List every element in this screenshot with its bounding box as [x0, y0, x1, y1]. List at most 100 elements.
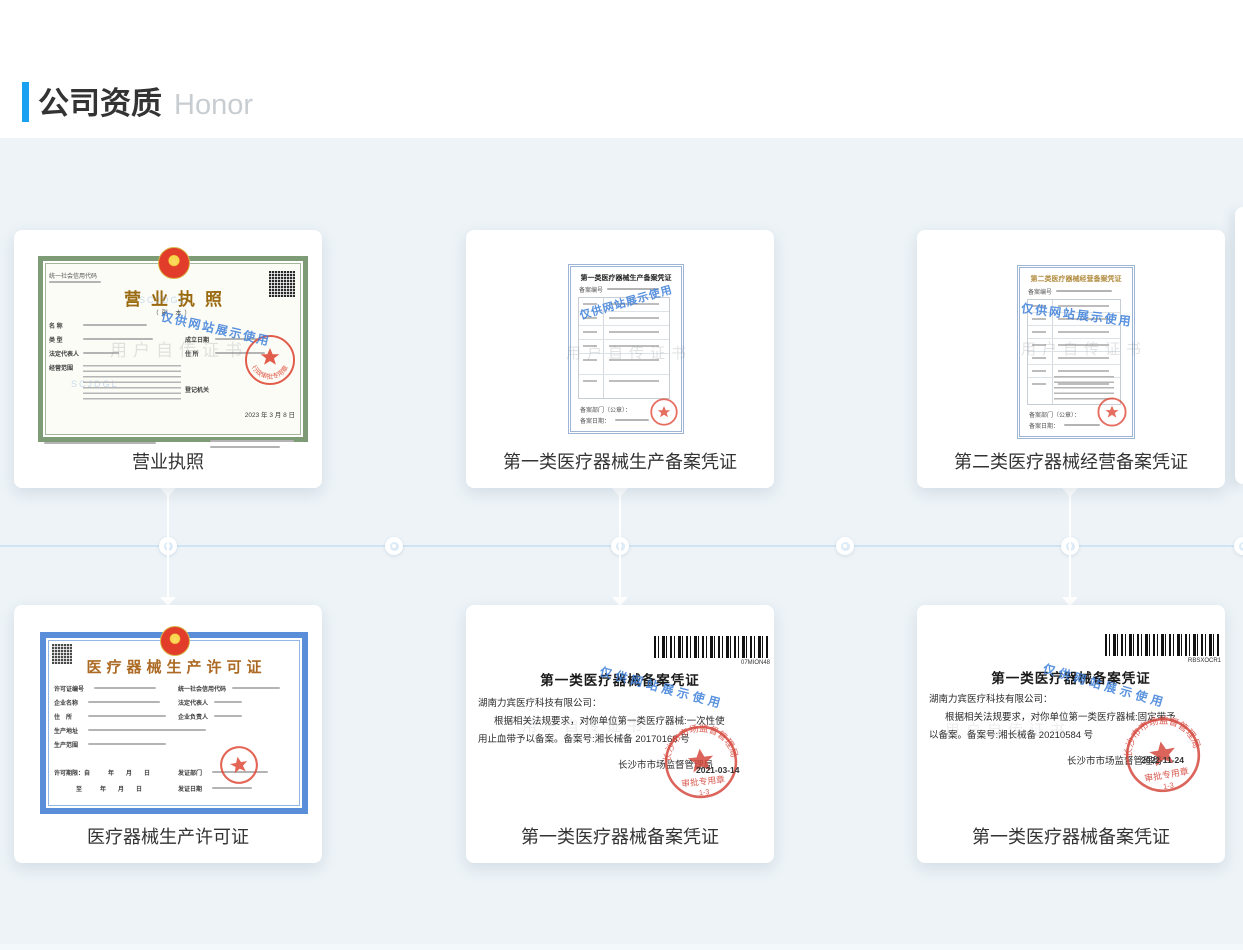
value-placeholder: [607, 288, 659, 290]
seal-center-text: 审批专用章: [681, 773, 726, 789]
honor-section: ★ 统一社会信用代码 营业执照 （副 本） SCJDGL SCJDGL 名 称 …: [0, 138, 1243, 950]
certificate-card-business-license[interactable]: ★ 统一社会信用代码 营业执照 （副 本） SCJDGL SCJDGL 名 称 …: [14, 230, 322, 488]
certificate-table: [578, 297, 670, 399]
seal-number: 1-3: [699, 788, 710, 797]
value-placeholder: [232, 687, 280, 689]
certificate-title: 第一类医疗器械生产备案凭证: [571, 273, 681, 283]
barcode-code: RBSXOCR1: [1105, 658, 1221, 664]
value-placeholder: [83, 324, 147, 326]
field-label: 类 型: [49, 335, 63, 344]
timeline-dot: [1234, 537, 1243, 555]
business-license-image: ★ 统一社会信用代码 营业执照 （副 本） SCJDGL SCJDGL 名 称 …: [38, 256, 308, 442]
certificate-title: 第一类医疗器械备案凭证: [917, 667, 1225, 687]
record-certificate-image: 第二类医疗器械经营备案凭证 备案编号 备案部门（公章）： 备案日期：: [1017, 265, 1135, 439]
date-label: 备案日期：: [1029, 421, 1059, 430]
card-caption: 第一类医疗器械生产备案凭证: [466, 448, 774, 474]
record-no-label: 备案编号: [579, 285, 603, 294]
column-connector-line: [167, 488, 169, 606]
certificate-card-class1-record-2022[interactable]: RBSXOCR1 第一类医疗器械备案凭证 湖南力宾医疗科技有限公司： 根据相关法…: [917, 605, 1225, 863]
section-accent-bar: [22, 82, 29, 122]
certificate-card-class1-record-2021[interactable]: 07MION48 第一类医疗器械备案凭证 湖南力宾医疗科技有限公司： 根据相关法…: [466, 605, 774, 863]
card-caption: 第一类医疗器械备案凭证: [917, 823, 1225, 849]
timeline-dot: [836, 537, 854, 555]
licence-certificate-image: ★ 医疗器械生产许可证 许可证编号 统一社会信用代码 企业名称 法定代表人 住 …: [40, 632, 308, 814]
connector-arrow-icon: [612, 488, 628, 497]
body-line: 以备案。备案号:湘长械备 20210584 号: [929, 727, 1093, 741]
certificate-title: 第一类医疗器械备案凭证: [466, 669, 774, 689]
column-connector-line: [619, 488, 621, 606]
certificate-title: 第二类医疗器械经营备案凭证: [1020, 274, 1132, 284]
value-placeholder: [49, 281, 101, 283]
value-placeholder: [83, 352, 119, 354]
carousel-next-card-peek[interactable]: [1235, 207, 1243, 484]
barcode-icon: [1105, 634, 1221, 656]
record-date: 2022-11-24: [1141, 755, 1184, 765]
timeline-dot: [385, 537, 403, 555]
value-placeholder: [88, 701, 160, 703]
field-label: 成立日期: [185, 335, 209, 344]
field-label: 经营范围: [49, 363, 73, 372]
dept-label: 备案部门（公章）：: [1029, 410, 1080, 419]
issuer-label: 登记机关: [185, 385, 209, 394]
footer-text-placeholder: [210, 440, 294, 442]
licence-title: 医疗器械生产许可证: [46, 656, 302, 677]
card-caption: 第二类医疗器械经营备案凭证: [917, 448, 1225, 474]
field-label: 住 所: [185, 349, 199, 358]
official-seal-icon: [649, 397, 679, 427]
connector-arrow-icon: [1062, 488, 1078, 497]
official-seal-icon: 长沙市市场监督管理局 审批专用章 1-3: [658, 719, 744, 805]
field-label: 生产范围: [54, 740, 78, 749]
field-label: 许可证编号: [54, 684, 84, 693]
page-title: 公司资质: [38, 78, 162, 123]
qr-code-icon: [269, 271, 295, 297]
value-placeholder: [214, 701, 242, 703]
certificate-card-production-licence[interactable]: ★ 医疗器械生产许可证 许可证编号 统一社会信用代码 企业名称 法定代表人 住 …: [14, 605, 322, 863]
value-placeholder: [83, 338, 153, 340]
section-header: 公司资质 Honor: [38, 78, 253, 123]
field-label: 法定代表人: [178, 698, 208, 707]
field-label: 企业名称: [54, 698, 78, 707]
value-placeholder: [615, 419, 649, 421]
addressee-line: 湖南力宾医疗科技有限公司：: [929, 691, 1053, 705]
addressee-line: 湖南力宾医疗科技有限公司：: [478, 695, 602, 709]
field-label: 许可期限：自 年 月 日: [54, 768, 150, 777]
value-placeholder: [88, 715, 166, 717]
value-placeholder: [1064, 424, 1100, 426]
value-placeholder: [88, 743, 166, 745]
scope-text-placeholder: [83, 365, 181, 403]
column-connector-line: [1069, 488, 1071, 606]
value-placeholder: [94, 687, 156, 689]
field-label: 至 年 月 日: [76, 784, 142, 793]
barcode-code: 07MION48: [654, 660, 770, 666]
value-placeholder: [1056, 290, 1112, 292]
certificate-card-class1-production-record[interactable]: 第一类医疗器械生产备案凭证 备案编号 备案部门（公章）： 备案日期： 仅供网站展…: [466, 230, 774, 488]
official-seal-icon: [215, 741, 264, 790]
date-label: 备案日期：: [580, 416, 610, 425]
value-placeholder: [88, 729, 206, 731]
barcode-icon: [654, 636, 770, 658]
card-caption: 第一类医疗器械备案凭证: [466, 823, 774, 849]
section-bottom-divider: [0, 944, 1243, 950]
license-date: 2023 年 3 月 8 日: [245, 409, 295, 419]
footer-text-placeholder: [44, 442, 156, 444]
record-date: 2021-03-14: [696, 765, 739, 775]
national-emblem-icon: ★: [160, 626, 190, 656]
official-seal-icon: [1096, 396, 1128, 428]
connector-arrow-icon: [160, 488, 176, 497]
certificate-card-class2-operation-record[interactable]: 第二类医疗器械经营备案凭证 备案编号 备案部门（公章）： 备案日期： 仅供网站展…: [917, 230, 1225, 488]
official-seal-icon: 行政审批专用章: [243, 333, 297, 387]
value-placeholder: [214, 715, 242, 717]
dept-label: 备案部门（公章）：: [580, 405, 631, 414]
field-label: 住 所: [54, 712, 72, 721]
seal-number: 1-3: [1162, 780, 1174, 791]
faint-watermark-code: SCJDGL: [139, 295, 187, 305]
record-no-label: 备案编号: [1028, 287, 1052, 296]
page-subtitle: Honor: [174, 89, 253, 122]
field-label: 发证部门: [178, 768, 202, 777]
field-label: 统一社会信用代码: [178, 684, 226, 693]
field-label: 企业负责人: [178, 712, 208, 721]
record-certificate-image: 第一类医疗器械生产备案凭证 备案编号 备案部门（公章）： 备案日期：: [568, 264, 684, 434]
national-emblem-icon: ★: [158, 247, 190, 279]
field-label: 生产地址: [54, 726, 78, 735]
license-copy-label: （副 本）: [43, 308, 303, 317]
